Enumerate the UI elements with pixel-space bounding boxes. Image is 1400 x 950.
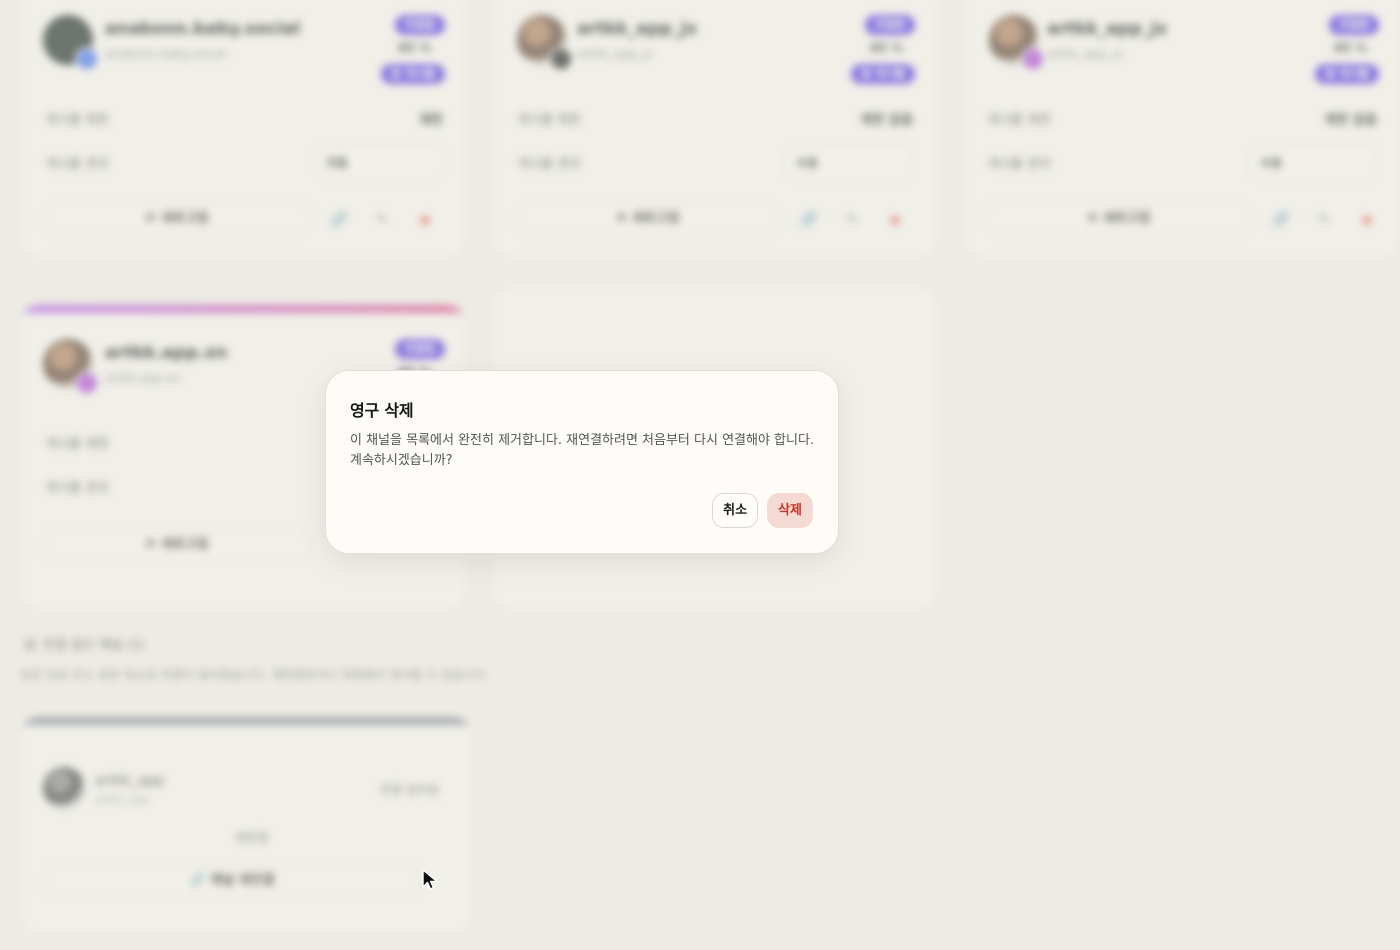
delete-button[interactable]: 삭제 [767, 493, 813, 528]
mouse-cursor-icon [422, 869, 438, 890]
dialog-actions: 취소 삭제 [712, 493, 813, 528]
confirm-delete-dialog: 영구 삭제 이 채널을 목록에서 완전히 제거합니다. 재연결하려면 처음부터 … [325, 370, 839, 554]
dialog-message: 이 채널을 목록에서 완전히 제거합니다. 재연결하려면 처음부터 다시 연결해… [350, 433, 815, 468]
cancel-button[interactable]: 취소 [712, 493, 759, 528]
dialog-title: 영구 삭제 [350, 401, 414, 420]
